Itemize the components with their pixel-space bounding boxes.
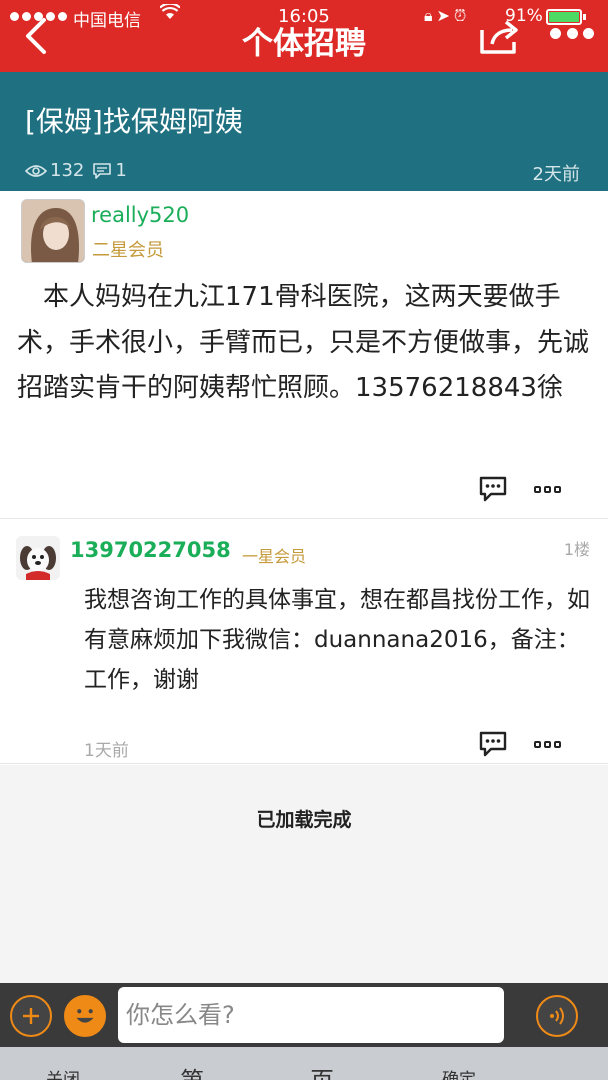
back-button[interactable] bbox=[20, 14, 60, 58]
op-member-rank: 二星会员 bbox=[92, 240, 164, 261]
list-footer: 已加载完成 bbox=[0, 765, 608, 983]
comment-count: 1 bbox=[115, 160, 127, 181]
page-prefix-label: 第 bbox=[180, 1061, 204, 1080]
location-icon: ➤ bbox=[436, 6, 454, 25]
status-time: 16:05 bbox=[278, 6, 330, 27]
op-body-text: 本人妈妈在九江171骨科医院，这两天要做手术，手术很小，手臂而已，只是不方便做事… bbox=[17, 282, 590, 403]
reply-more-button[interactable] bbox=[534, 740, 562, 748]
add-attachment-button[interactable] bbox=[10, 995, 52, 1037]
post-stats: 132 1 bbox=[25, 160, 127, 181]
comment-input[interactable] bbox=[118, 987, 504, 1043]
emoji-button[interactable] bbox=[64, 995, 106, 1037]
op-actions bbox=[478, 475, 562, 503]
post-time: 2天前 bbox=[532, 164, 580, 185]
status-icons: 🔒︎➤⏰︎ bbox=[424, 6, 470, 26]
rotation-lock-icon: 🔒︎ bbox=[424, 6, 437, 25]
comment-icon bbox=[93, 162, 112, 179]
view-count: 132 bbox=[50, 160, 85, 181]
wifi-icon bbox=[159, 2, 181, 25]
confirm-button[interactable]: 确定 bbox=[442, 1065, 476, 1080]
dog-avatar-icon bbox=[16, 536, 60, 580]
reply-comment-button[interactable] bbox=[478, 730, 508, 758]
reply-username[interactable]: 13970227058 bbox=[70, 538, 231, 562]
load-complete-text: 已加载完成 bbox=[256, 809, 352, 831]
reply-time: 1天前 bbox=[84, 741, 129, 761]
voice-button[interactable] bbox=[536, 995, 578, 1037]
alarm-icon: ⏰︎ bbox=[453, 6, 471, 25]
comment-bar bbox=[0, 983, 608, 1047]
reply-bubble-icon bbox=[479, 731, 507, 757]
reply-item: 13970227058 一星会员 1楼 我想咨询工作的具体事宜，想在都昌找份工作… bbox=[0, 520, 608, 764]
close-button[interactable]: 关闭 bbox=[46, 1065, 80, 1080]
share-icon bbox=[480, 20, 518, 54]
post-title: [保姆]找保姆阿姨 bbox=[25, 105, 243, 138]
page-suffix-label: 页 bbox=[310, 1061, 334, 1080]
carrier-label: 中国电信 bbox=[73, 11, 141, 31]
avatar[interactable] bbox=[21, 199, 85, 263]
eye-icon bbox=[25, 164, 47, 177]
plus-icon bbox=[23, 1008, 39, 1024]
battery-icon bbox=[546, 9, 586, 25]
original-post: really520 二星会员 本人妈妈在九江171骨科医院，这两天要做手术，手术… bbox=[0, 191, 608, 519]
share-button[interactable] bbox=[476, 16, 524, 56]
reply-actions bbox=[478, 730, 562, 758]
voice-wave-icon bbox=[550, 1007, 564, 1025]
smiley-icon bbox=[68, 999, 102, 1033]
reply-body-text: 我想咨询工作的具体事宜，想在都昌找份工作，如有意麻烦加下我微信：duannana… bbox=[84, 587, 590, 693]
op-more-button[interactable] bbox=[534, 485, 562, 493]
op-comment-button[interactable] bbox=[478, 475, 508, 503]
reply-bubble-icon bbox=[479, 476, 507, 502]
top-bar: 中国电信 16:05 🔒︎➤⏰︎ 91% 个体招聘 bbox=[0, 0, 608, 72]
reply-member-rank: 一星会员 bbox=[242, 547, 307, 566]
chevron-left-icon bbox=[26, 18, 46, 54]
reply-avatar[interactable] bbox=[16, 536, 60, 580]
op-username[interactable]: really520 bbox=[91, 203, 189, 227]
floor-number: 1楼 bbox=[563, 540, 590, 559]
user-photo-icon bbox=[22, 200, 84, 262]
post-header: [保姆]找保姆阿姨 132 1 2天前 bbox=[0, 72, 608, 191]
more-menu-button[interactable] bbox=[550, 28, 594, 44]
page-jump-bar: 关闭 第 页 确定 bbox=[0, 1047, 608, 1080]
